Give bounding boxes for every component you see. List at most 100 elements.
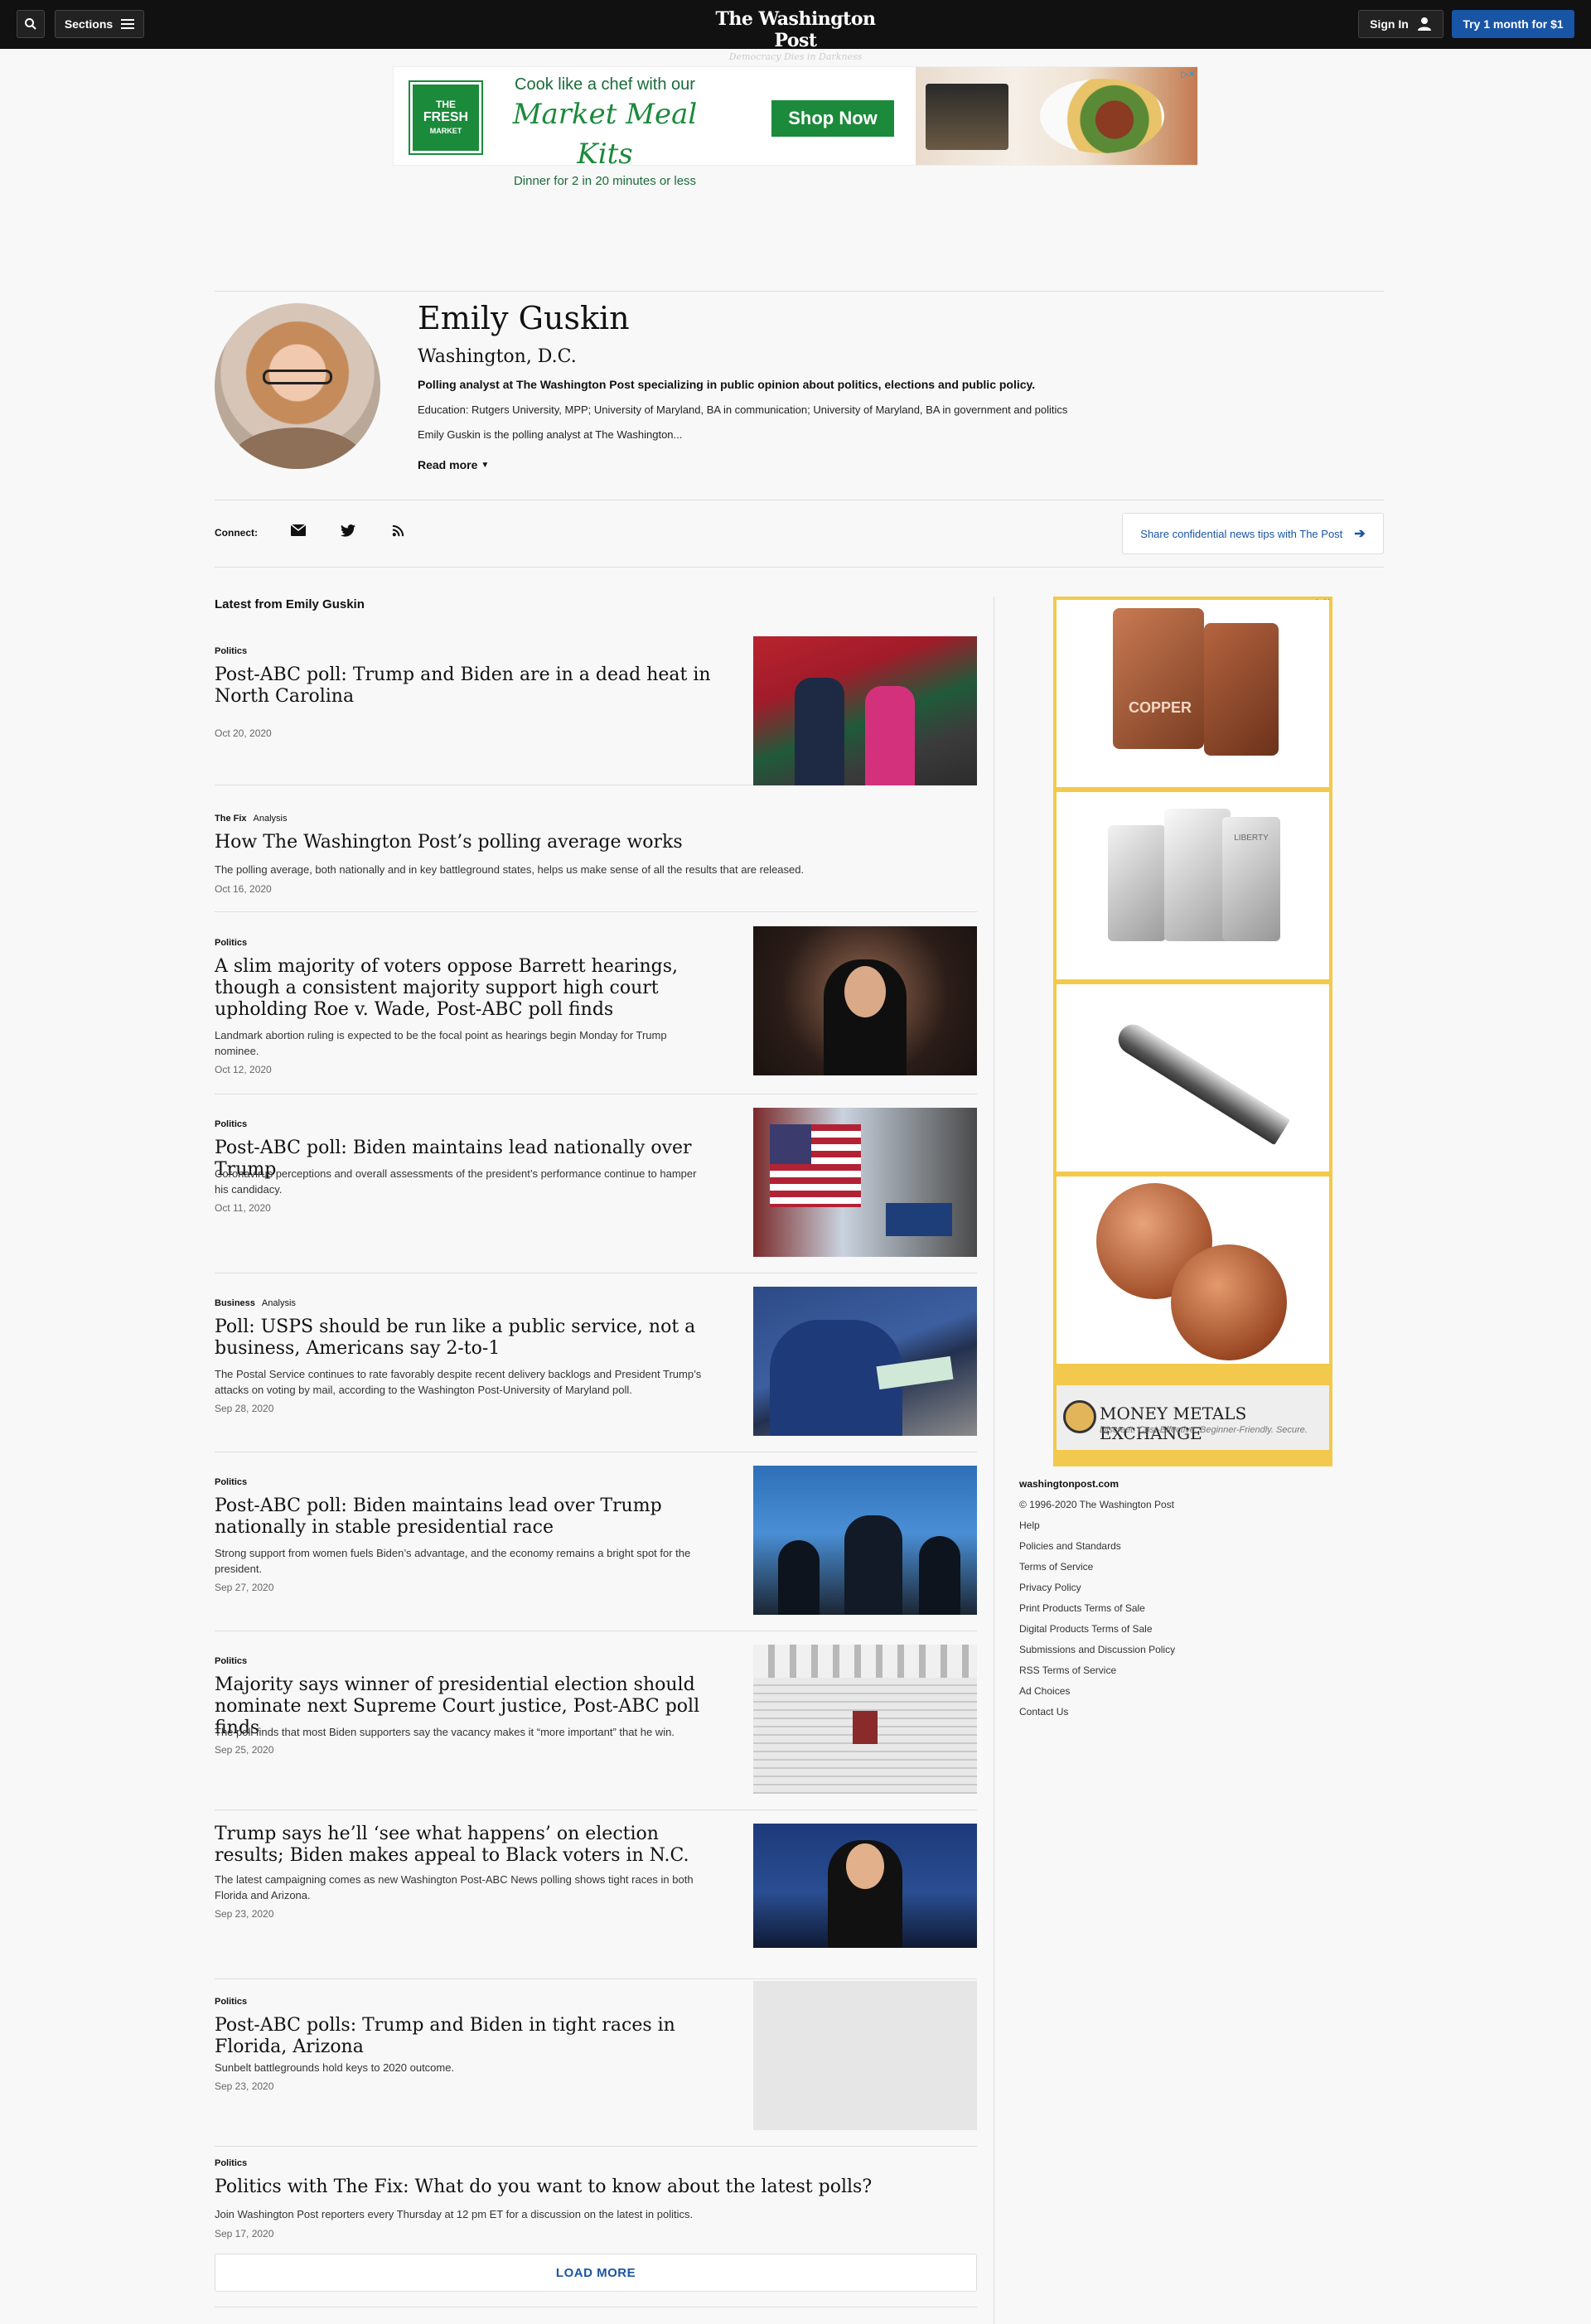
top-advertisement[interactable]: THE FRESH MARKET Cook like a chef with o… bbox=[393, 66, 1198, 188]
article-item[interactable]: The Fix Analysis How The Washington Post’… bbox=[215, 802, 977, 912]
article-blurb: The poll finds that most Biden supporter… bbox=[215, 1726, 675, 1738]
ad-meal-photo bbox=[916, 67, 1197, 165]
article-kicker[interactable]: Politics bbox=[215, 646, 247, 656]
article-thumbnail[interactable] bbox=[753, 1466, 977, 1615]
sections-button[interactable]: Sections bbox=[55, 10, 144, 38]
divider bbox=[215, 291, 1384, 292]
photo-face bbox=[844, 966, 886, 1017]
article-thumbnail[interactable] bbox=[753, 1824, 977, 1948]
search-button[interactable] bbox=[17, 10, 45, 38]
footer-links: washingtonpost.com © 1996-2020 The Washi… bbox=[1019, 1477, 1175, 1726]
sign-in-button[interactable]: Sign In bbox=[1358, 10, 1444, 38]
article-date: Sep 27, 2020 bbox=[215, 1582, 274, 1593]
latest-section-title: Latest from Emily Guskin bbox=[215, 597, 365, 611]
kicker-label: Politics bbox=[215, 646, 248, 656]
top-nav: Sections The Washington Post Democracy D… bbox=[0, 0, 1591, 62]
ad-brand-bar: MONEY METALS EXCHANGE Discreet. Cost-Eff… bbox=[1057, 1385, 1329, 1450]
copper-bar-label: COPPER bbox=[1128, 699, 1192, 716]
author-bio: Emily Guskin is the polling analyst at T… bbox=[418, 428, 683, 441]
article-headline[interactable]: Poll: USPS should be run like a public s… bbox=[215, 1317, 728, 1360]
article-kicker[interactable]: Business Analysis bbox=[215, 1298, 296, 1308]
ad-headline-line2: Market Meal Kits bbox=[512, 98, 698, 171]
read-more-button[interactable]: Read more ▼ bbox=[418, 458, 489, 471]
footer-link-digital-terms[interactable]: Digital Products Terms of Sale bbox=[1019, 1622, 1175, 1643]
article-date: Oct 16, 2020 bbox=[215, 883, 272, 895]
photo-figure bbox=[778, 1540, 820, 1615]
footer-link-contact[interactable]: Contact Us bbox=[1019, 1705, 1175, 1726]
article-thumbnail[interactable] bbox=[753, 926, 977, 1075]
rss-icon[interactable] bbox=[388, 520, 408, 540]
article-kicker[interactable]: Politics bbox=[215, 2158, 247, 2168]
article-kicker[interactable]: Politics bbox=[215, 1997, 247, 2007]
footer-link-ad-choices[interactable]: Ad Choices bbox=[1019, 1684, 1175, 1705]
article-item[interactable]: Politics Post-ABC poll: Biden maintains … bbox=[215, 1108, 977, 1273]
ad-tile-copper-bars: COPPER bbox=[1057, 600, 1329, 787]
footer-link-rss-terms[interactable]: RSS Terms of Service bbox=[1019, 1664, 1175, 1684]
kicker-label: Business bbox=[215, 1298, 255, 1308]
article-headline[interactable]: How The Washington Post’s polling averag… bbox=[215, 832, 960, 853]
article-item[interactable]: Politics Post-ABC poll: Trump and Biden … bbox=[215, 636, 977, 785]
photo-figure bbox=[795, 678, 844, 785]
email-icon[interactable] bbox=[288, 520, 308, 540]
bullet-shape bbox=[1112, 1018, 1291, 1146]
footer-link-policies[interactable]: Policies and Standards bbox=[1019, 1539, 1175, 1560]
avatar-glasses bbox=[263, 370, 332, 384]
article-kicker[interactable]: Politics bbox=[215, 1656, 247, 1666]
caret-down-icon: ▼ bbox=[481, 460, 490, 470]
kicker-label: Politics bbox=[215, 1656, 248, 1666]
article-kicker[interactable]: Politics bbox=[215, 1119, 247, 1129]
search-icon bbox=[25, 18, 36, 30]
article-kicker[interactable]: The Fix Analysis bbox=[215, 814, 287, 824]
menu-icon bbox=[121, 19, 135, 29]
article-item[interactable]: Politics Majority says winner of preside… bbox=[215, 1645, 977, 1810]
author-location: Washington, D.C. bbox=[418, 346, 577, 367]
article-date: Sep 28, 2020 bbox=[215, 1403, 274, 1414]
article-headline[interactable]: A slim majority of voters oppose Barrett… bbox=[215, 956, 728, 1021]
article-headline[interactable]: Politics with The Fix: What do you want … bbox=[215, 2177, 960, 2198]
article-blurb: Coronavirus perceptions and overall asse… bbox=[215, 1167, 697, 1196]
kicker-label: Politics bbox=[215, 1997, 248, 2007]
logo-line1: THE bbox=[436, 99, 456, 110]
article-headline[interactable]: Post-ABC poll: Biden maintains lead over… bbox=[215, 1495, 728, 1539]
ad-shop-now-button[interactable]: Shop Now bbox=[771, 100, 894, 137]
ad-choices-icon[interactable]: ▷✕ bbox=[1181, 69, 1196, 80]
twitter-icon[interactable] bbox=[338, 520, 358, 540]
footer-link-submissions[interactable]: Submissions and Discussion Policy bbox=[1019, 1643, 1175, 1664]
article-date: Sep 23, 2020 bbox=[215, 1908, 274, 1920]
article-item[interactable]: Politics Post-ABC poll: Biden maintains … bbox=[215, 1466, 977, 1631]
article-headline[interactable]: Post-ABC poll: Trump and Biden are in a … bbox=[215, 664, 712, 708]
article-thumbnail[interactable] bbox=[753, 1108, 977, 1257]
article-item[interactable]: Politics Politics with The Fix: What do … bbox=[215, 2147, 977, 2246]
article-item[interactable]: Trump says he’ll ‘see what happens’ on e… bbox=[215, 1824, 977, 1979]
article-thumbnail[interactable] bbox=[753, 1287, 977, 1436]
footer-link-privacy[interactable]: Privacy Policy bbox=[1019, 1581, 1175, 1602]
fresh-market-logo: THE FRESH MARKET bbox=[409, 80, 483, 155]
load-more-button[interactable]: LOAD MORE bbox=[215, 2254, 977, 2292]
kicker-label: Politics bbox=[215, 2158, 248, 2168]
article-item[interactable]: Business Analysis Poll: USPS should be ru… bbox=[215, 1287, 977, 1452]
footer-link-terms[interactable]: Terms of Service bbox=[1019, 1560, 1175, 1581]
photo-face bbox=[846, 1843, 884, 1889]
article-headline[interactable]: Trump says he’ll ‘see what happens’ on e… bbox=[215, 1824, 728, 1867]
article-kicker[interactable]: Politics bbox=[215, 938, 247, 948]
share-tips-label: Share confidential news tips with The Po… bbox=[1140, 527, 1343, 540]
article-kicker[interactable]: Politics bbox=[215, 1477, 247, 1487]
share-tips-button[interactable]: Share confidential news tips with The Po… bbox=[1122, 513, 1384, 554]
article-date: Oct 12, 2020 bbox=[215, 1064, 272, 1075]
article-item[interactable]: Politics A slim majority of voters oppos… bbox=[215, 926, 977, 1094]
logo-line2: FRESH bbox=[423, 110, 469, 124]
article-thumbnail[interactable] bbox=[753, 636, 977, 785]
article-thumbnail[interactable] bbox=[753, 1981, 977, 2130]
masthead-logo[interactable]: The Washington Post Democracy Dies in Da… bbox=[713, 8, 878, 63]
footer-link-print-terms[interactable]: Print Products Terms of Sale bbox=[1019, 1602, 1175, 1622]
copper-coin bbox=[1171, 1244, 1287, 1360]
article-thumbnail[interactable] bbox=[753, 1645, 977, 1794]
footer-link-help[interactable]: Help bbox=[1019, 1519, 1175, 1539]
article-item[interactable]: Politics Post-ABC polls: Trump and Biden… bbox=[215, 1981, 977, 2147]
subscribe-button[interactable]: Try 1 month for $1 bbox=[1452, 10, 1574, 38]
footer-site-link[interactable]: washingtonpost.com bbox=[1019, 1477, 1175, 1498]
sidebar-advertisement[interactable]: ▷✕ COPPER LIBERTY MONEY METALS EXCHANGE … bbox=[1053, 597, 1332, 1466]
sign-in-label: Sign In bbox=[1370, 17, 1409, 31]
article-headline[interactable]: Post-ABC polls: Trump and Biden in tight… bbox=[215, 2015, 728, 2058]
ad-headline-line1: Cook like a chef with our bbox=[515, 75, 695, 94]
